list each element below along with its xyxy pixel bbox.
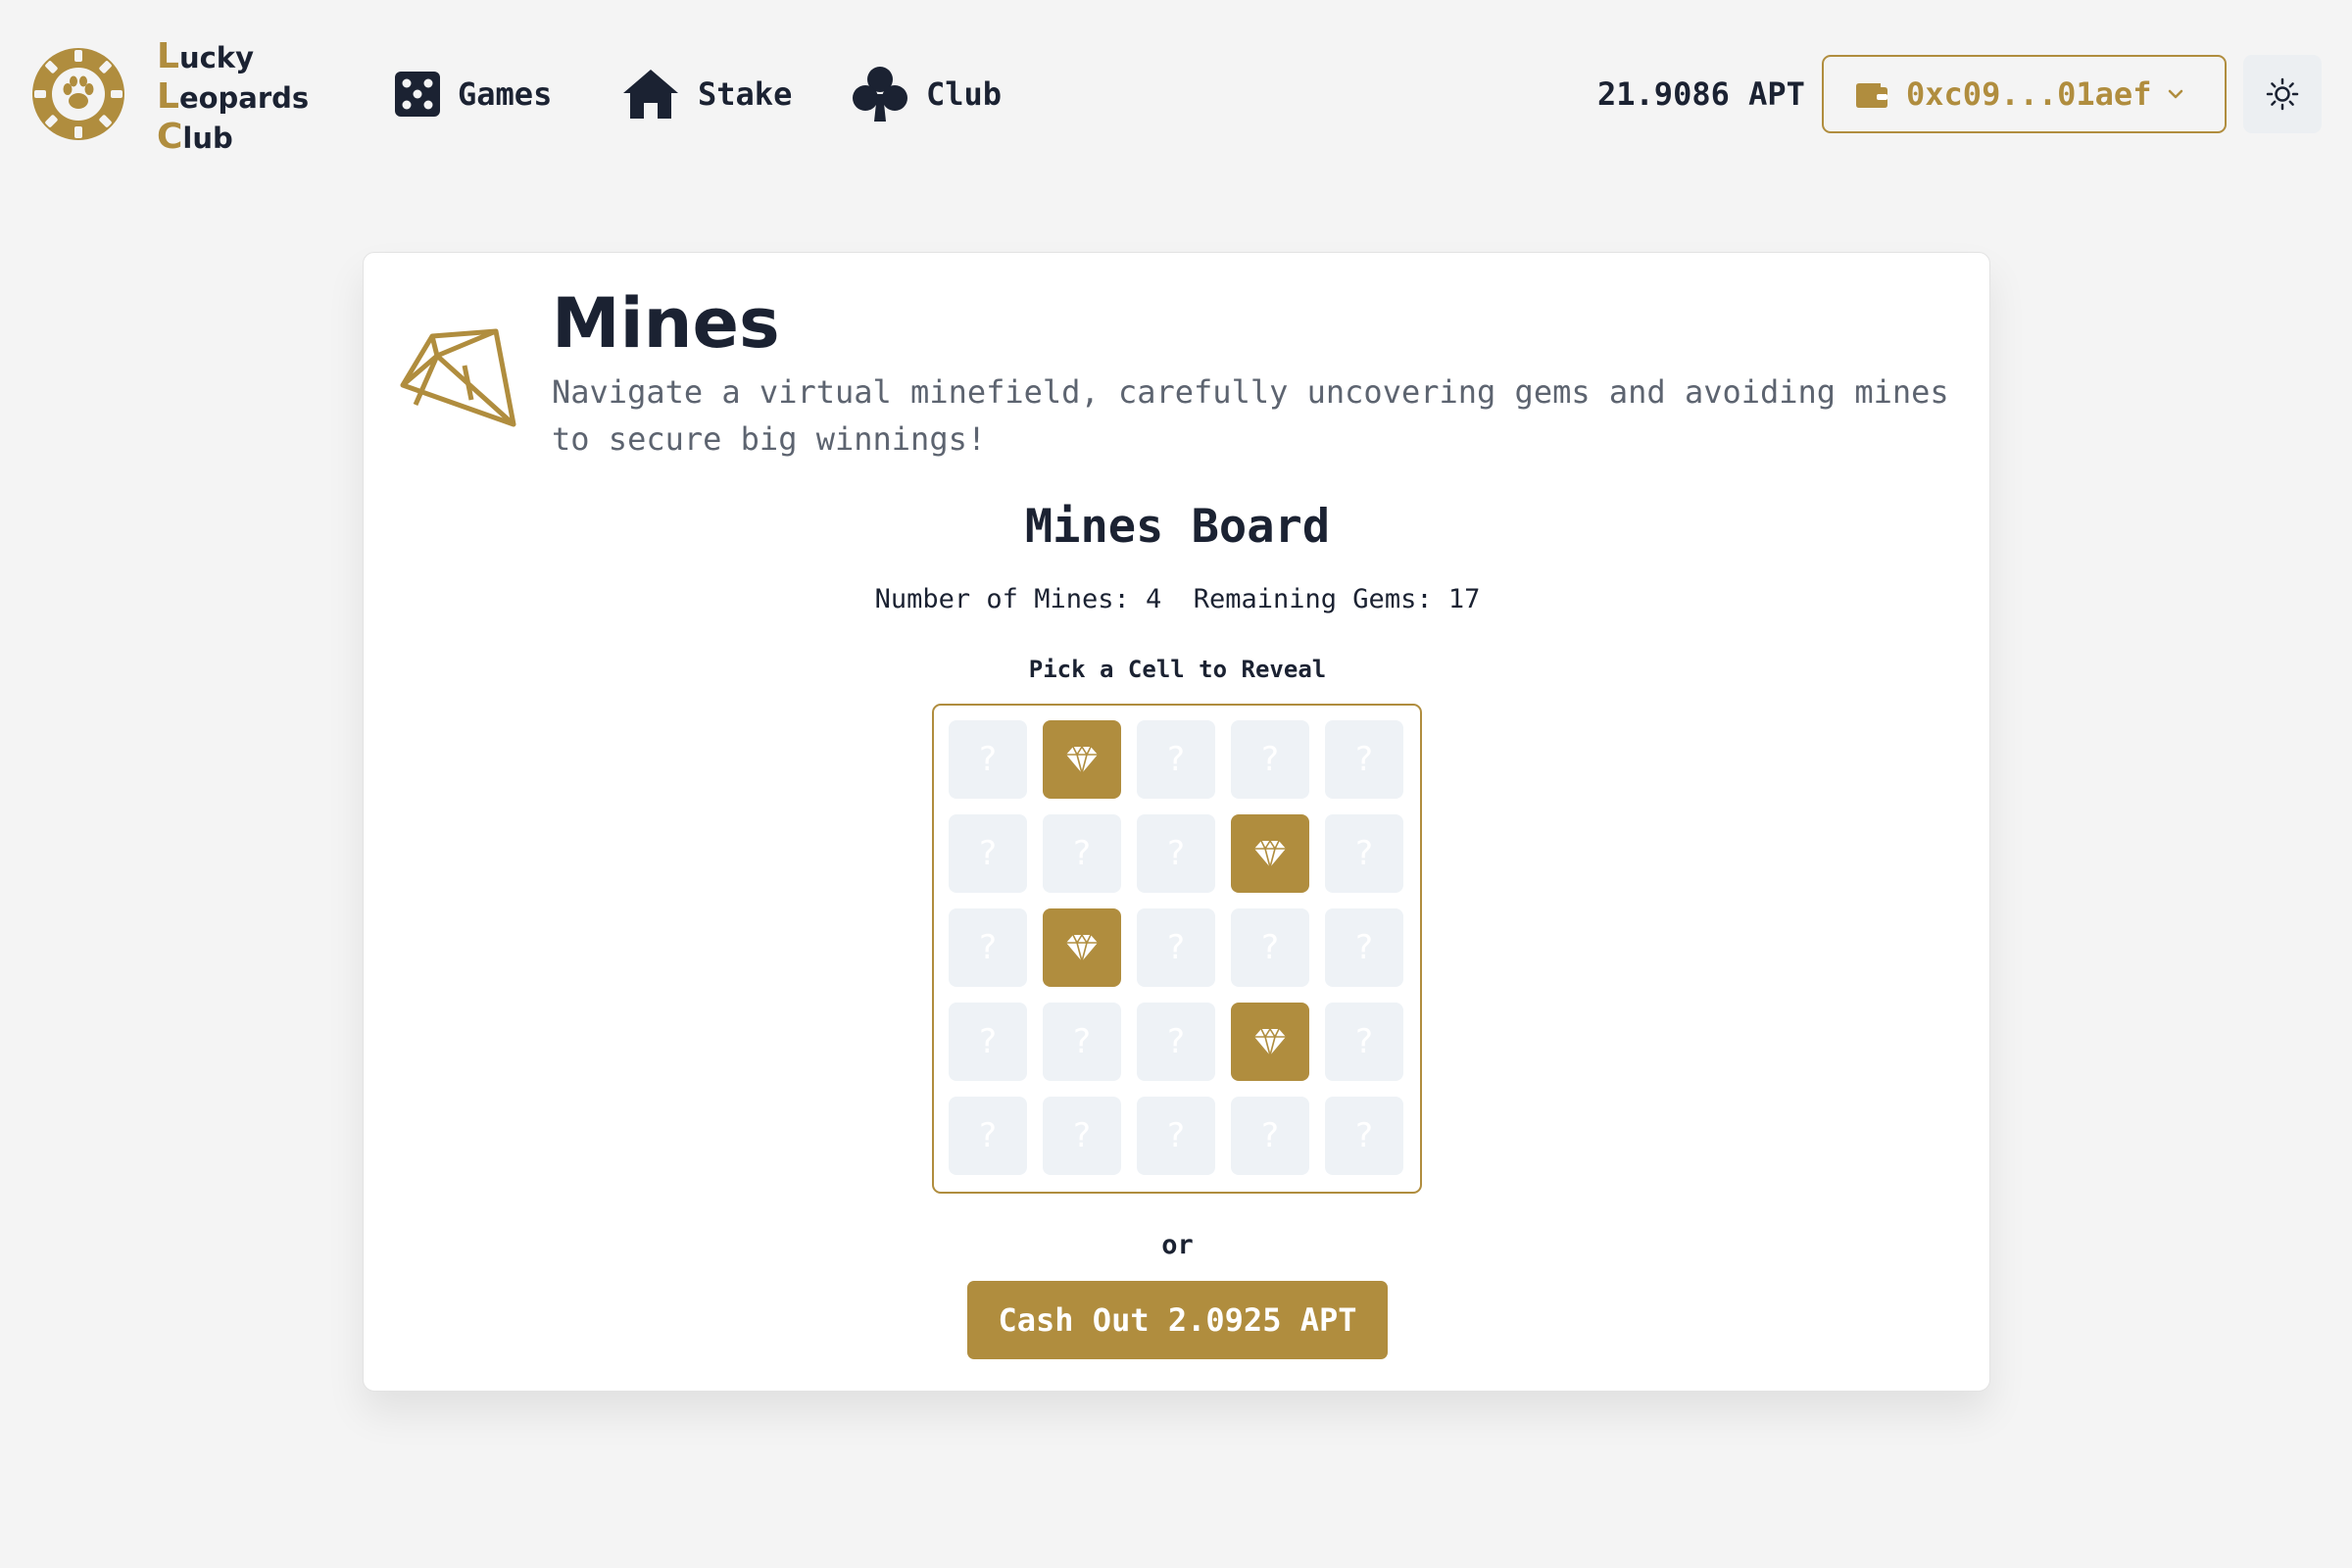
question-mark-icon: ? — [1354, 1116, 1374, 1155]
nav-club-label: Club — [926, 75, 1003, 113]
hidden-cell[interactable]: ? — [949, 1097, 1027, 1175]
hidden-cell[interactable]: ? — [1137, 720, 1215, 799]
apt-balance: 21.9086 APT — [1597, 75, 1805, 113]
diamond-outline-icon — [400, 328, 516, 427]
dice-icon — [395, 72, 440, 117]
gem-icon — [1066, 746, 1098, 774]
wallet-dropdown-button[interactable]: 0xc09...01aef — [1822, 55, 2227, 133]
revealed-gem-cell — [1231, 814, 1309, 893]
house-icon — [623, 70, 678, 119]
hidden-cell[interactable]: ? — [1043, 814, 1121, 893]
revealed-gem-cell — [1231, 1003, 1309, 1081]
question-mark-icon: ? — [1072, 1022, 1092, 1061]
brand-line-3: Club — [157, 117, 233, 157]
hidden-cell[interactable]: ? — [1325, 720, 1403, 799]
theme-toggle-button[interactable] — [2243, 55, 2322, 133]
nav-games-label: Games — [458, 75, 553, 113]
board-title: Mines Board — [1024, 500, 1331, 554]
question-mark-icon: ? — [1166, 1116, 1186, 1155]
question-mark-icon: ? — [1072, 834, 1092, 873]
mines-game-card: Mines Navigate a virtual minefield, care… — [363, 252, 1990, 1392]
mines-board-grid: ????????????????????? — [932, 704, 1422, 1194]
question-mark-icon: ? — [1354, 834, 1374, 873]
question-mark-icon: ? — [1354, 740, 1374, 779]
hidden-cell[interactable]: ? — [1137, 1003, 1215, 1081]
revealed-gem-cell — [1043, 908, 1121, 987]
hidden-cell[interactable]: ? — [949, 814, 1027, 893]
nav-games-link[interactable]: Games — [395, 67, 552, 122]
nav-club-link[interactable]: Club — [852, 67, 1002, 122]
hidden-cell[interactable]: ? — [1231, 1097, 1309, 1175]
question-mark-icon: ? — [1166, 1022, 1186, 1061]
question-mark-icon: ? — [978, 928, 998, 967]
hidden-cell[interactable]: ? — [1325, 1097, 1403, 1175]
club-suit-icon — [853, 67, 907, 122]
hidden-cell[interactable]: ? — [1137, 908, 1215, 987]
question-mark-icon: ? — [1260, 740, 1280, 779]
hidden-cell[interactable]: ? — [1231, 908, 1309, 987]
question-mark-icon: ? — [978, 1022, 998, 1061]
question-mark-icon: ? — [1072, 1116, 1092, 1155]
question-mark-icon: ? — [978, 1116, 998, 1155]
top-navbar: Lucky Leopards Club Games Stake Club 21.… — [0, 0, 2352, 186]
brand-line-1: Lucky — [157, 36, 254, 76]
question-mark-icon: ? — [1166, 834, 1186, 873]
hidden-cell[interactable]: ? — [1325, 1003, 1403, 1081]
sun-icon — [2266, 77, 2299, 111]
brand-wordmark[interactable]: Lucky Leopards Club — [157, 37, 309, 158]
wallet-address: 0xc09...01aef — [1906, 75, 2152, 113]
cash-out-button[interactable]: Cash Out 2.0925 APT — [967, 1281, 1388, 1359]
chevron-down-icon — [2168, 89, 2183, 99]
board-stats: Number of Mines: 4 Remaining Gems: 17 — [874, 584, 1481, 614]
hidden-cell[interactable]: ? — [1043, 1003, 1121, 1081]
game-description: Navigate a virtual minefield, carefully … — [552, 373, 1949, 458]
hidden-cell[interactable]: ? — [1137, 814, 1215, 893]
question-mark-icon: ? — [1166, 740, 1186, 779]
nav-stake-label: Stake — [698, 75, 793, 113]
hidden-cell[interactable]: ? — [949, 720, 1027, 799]
or-separator: or — [1161, 1230, 1194, 1260]
question-mark-icon: ? — [978, 834, 998, 873]
revealed-gem-cell — [1043, 720, 1121, 799]
hidden-cell[interactable]: ? — [1325, 908, 1403, 987]
question-mark-icon: ? — [1354, 928, 1374, 967]
question-mark-icon: ? — [1260, 928, 1280, 967]
question-mark-icon: ? — [1260, 1116, 1280, 1155]
question-mark-icon: ? — [1166, 928, 1186, 967]
pick-cell-prompt: Pick a Cell to Reveal — [1028, 656, 1327, 683]
gem-icon — [1254, 840, 1286, 868]
hidden-cell[interactable]: ? — [1231, 720, 1309, 799]
gem-icon — [1254, 1028, 1286, 1056]
hidden-cell[interactable]: ? — [1325, 814, 1403, 893]
gem-icon — [1066, 934, 1098, 962]
question-mark-icon: ? — [1354, 1022, 1374, 1061]
hidden-cell[interactable]: ? — [1137, 1097, 1215, 1175]
nav-stake-link[interactable]: Stake — [621, 67, 792, 122]
game-title: Mines — [552, 283, 780, 364]
hidden-cell[interactable]: ? — [1043, 1097, 1121, 1175]
question-mark-icon: ? — [978, 740, 998, 779]
hidden-cell[interactable]: ? — [949, 908, 1027, 987]
leopard-chip-logo-icon[interactable] — [32, 48, 124, 140]
brand-line-2: Leopards — [157, 76, 310, 117]
wallet-icon — [1856, 83, 1887, 108]
hidden-cell[interactable]: ? — [949, 1003, 1027, 1081]
